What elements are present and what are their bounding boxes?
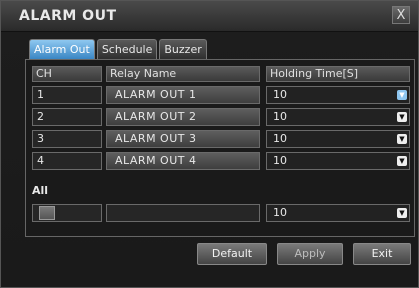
relay-name-input[interactable]: ALARM OUT 1 xyxy=(106,86,260,104)
holding-time-value: 10 xyxy=(273,206,287,219)
table-row-ch: 1 xyxy=(32,86,102,104)
tab-alarm-out[interactable]: Alarm Out xyxy=(29,39,95,59)
all-checkbox[interactable] xyxy=(39,206,55,220)
column-header-holding-time: Holding Time[S] xyxy=(266,66,410,82)
holding-time-select[interactable]: 10 ▼ xyxy=(266,152,410,170)
holding-time-value: 10 xyxy=(273,154,287,167)
all-checkbox-cell xyxy=(32,204,102,222)
tab-schedule[interactable]: Schedule xyxy=(96,39,158,59)
alarm-out-panel: CH Relay Name Holding Time[S] 1 ALARM OU… xyxy=(25,59,415,237)
titlebar: ALARM OUT X xyxy=(1,1,418,32)
window-title: ALARM OUT xyxy=(19,8,117,24)
tab-buzzer[interactable]: Buzzer xyxy=(159,39,207,59)
holding-time-value: 10 xyxy=(273,132,287,145)
holding-time-select[interactable]: 10 ▼ xyxy=(266,86,410,104)
all-holding-time-select[interactable]: 10 ▼ xyxy=(266,204,410,222)
column-header-relay-name: Relay Name xyxy=(106,66,260,82)
all-label: All xyxy=(32,184,49,197)
chevron-down-icon: ▼ xyxy=(397,134,407,144)
all-relay-cell xyxy=(106,204,260,222)
relay-name-input[interactable]: ALARM OUT 2 xyxy=(106,108,260,126)
relay-name-input[interactable]: ALARM OUT 3 xyxy=(106,130,260,148)
chevron-down-icon: ▼ xyxy=(397,90,407,100)
apply-button[interactable]: Apply xyxy=(277,243,343,265)
chevron-down-icon: ▼ xyxy=(397,208,407,218)
table-row-ch: 4 xyxy=(32,152,102,170)
chevron-down-icon: ▼ xyxy=(397,112,407,122)
column-header-ch: CH xyxy=(32,66,102,82)
holding-time-value: 10 xyxy=(273,88,287,101)
chevron-down-icon: ▼ xyxy=(397,156,407,166)
default-button[interactable]: Default xyxy=(197,243,267,265)
close-icon: X xyxy=(396,8,406,23)
relay-name-input[interactable]: ALARM OUT 4 xyxy=(106,152,260,170)
tab-bar: Alarm Out Schedule Buzzer xyxy=(29,39,207,59)
table-row-ch: 2 xyxy=(32,108,102,126)
exit-button[interactable]: Exit xyxy=(353,243,411,265)
holding-time-select[interactable]: 10 ▼ xyxy=(266,108,410,126)
holding-time-value: 10 xyxy=(273,110,287,123)
table-row-ch: 3 xyxy=(32,130,102,148)
holding-time-select[interactable]: 10 ▼ xyxy=(266,130,410,148)
close-button[interactable]: X xyxy=(392,6,410,24)
alarm-out-window: ALARM OUT X Alarm Out Schedule Buzzer CH… xyxy=(0,0,419,288)
